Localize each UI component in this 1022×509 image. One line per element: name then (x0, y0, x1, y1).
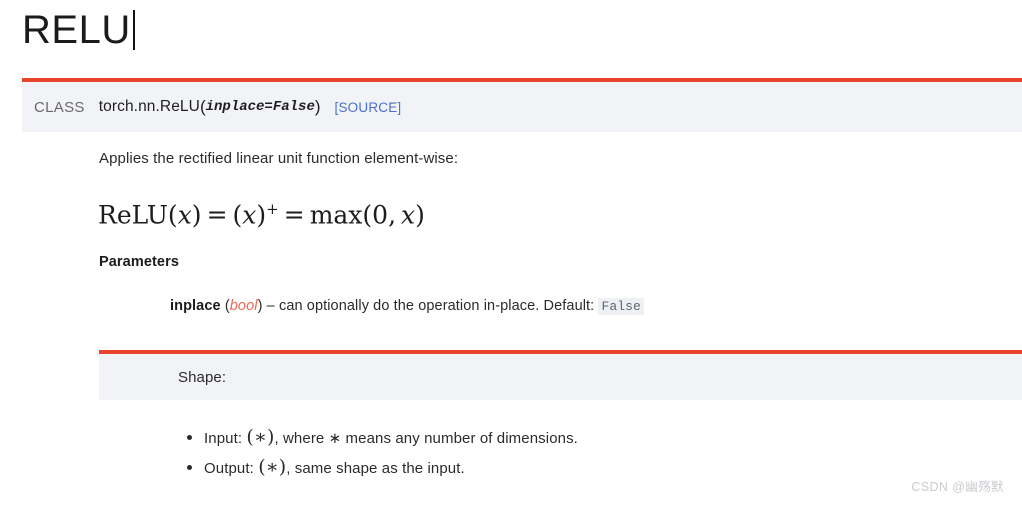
parameter-name: inplace (170, 298, 221, 314)
formula-max-close: ) (415, 200, 425, 230)
formula-max-name: max (309, 200, 363, 230)
shape-label: Shape: (178, 368, 227, 386)
parameters-heading: Parameters (99, 254, 179, 270)
csdn-watermark: CSDN @幽殇默 (911, 480, 1004, 494)
parameter-dash: – (266, 298, 275, 314)
parameter-default-value: False (598, 298, 644, 315)
formula-max-var: x (401, 200, 416, 230)
list-item: Input: (∗), where ∗ means any number of … (187, 423, 578, 453)
formula-mid-close: ) (256, 200, 267, 230)
page-title: RELU (22, 2, 135, 58)
source-link[interactable]: [SOURCE] (335, 100, 402, 115)
shape-panel: Shape: (99, 350, 1022, 400)
shape-output-prefix: Output: (204, 460, 254, 477)
formula-mid-var: x (242, 200, 257, 230)
parameter-description: can optionally do the operation in-place… (278, 298, 595, 314)
description-text: Applies the rectified linear unit functi… (99, 150, 459, 167)
formula-lhs-var: x (177, 200, 192, 230)
formula-lhs-name: ReLU (98, 200, 168, 230)
shape-output-symbol: (∗) (258, 456, 287, 478)
formula-superscript-plus: + (266, 200, 279, 218)
shape-input-prefix: Input: (204, 430, 243, 447)
page-title-text: RELU (22, 8, 131, 52)
shape-list: Input: (∗), where ∗ means any number of … (178, 423, 578, 483)
formula-max-zero: 0, (372, 200, 397, 230)
signature-close-paren: ) (314, 97, 321, 116)
formula-lhs-close: ) (191, 200, 202, 230)
parameter-item-inplace: inplace (bool) – can optionally do the o… (170, 298, 644, 315)
shape-input-symbol: (∗) (246, 426, 275, 448)
formula-mid-open: ( (232, 200, 243, 230)
list-item: Output: (∗), same shape as the input. (187, 453, 578, 483)
formula-equals-1: = (206, 200, 228, 230)
formula-equals-2: = (283, 200, 305, 230)
signature-kind-label: CLASS (34, 98, 85, 116)
class-signature-panel: CLASS torch.nn.ReLU ( inplace=False ) [S… (22, 78, 1022, 132)
text-cursor-caret (132, 10, 135, 50)
shape-input-suffix: , where ∗ means any number of dimensions… (274, 430, 578, 447)
shape-output-suffix: , same shape as the input. (286, 460, 465, 477)
parameter-type-link[interactable]: bool (230, 298, 258, 314)
relu-formula: ReLU(x) = (x)+ = max(0, x) (98, 192, 425, 232)
formula-lhs-open: ( (167, 200, 178, 230)
signature-qualified-name: torch.nn.ReLU (98, 98, 200, 115)
formula-max-open: ( (362, 200, 373, 230)
parameter-type-close-paren: ) (257, 298, 263, 314)
signature-parameters: inplace=False (205, 99, 315, 115)
